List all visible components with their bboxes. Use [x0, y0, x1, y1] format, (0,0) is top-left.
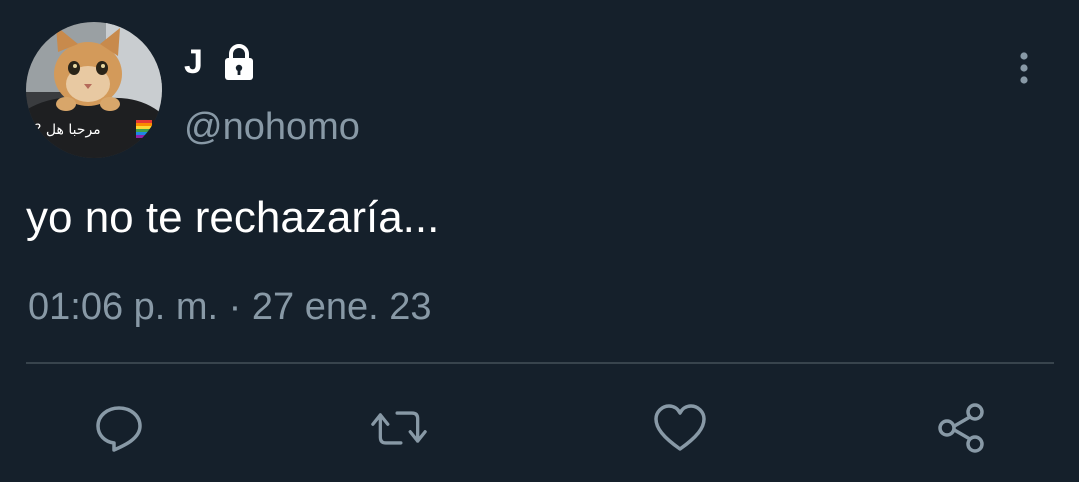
lock-icon: [224, 44, 253, 80]
divider: [26, 362, 1054, 364]
reply-icon: [96, 406, 142, 452]
user-handle[interactable]: @nohomo: [184, 104, 360, 150]
retweet-button[interactable]: [371, 400, 427, 456]
avatar[interactable]: مرحبا هل ?: [26, 22, 162, 158]
reply-button[interactable]: [91, 400, 147, 456]
avatar-caption: مرحبا هل ?: [34, 122, 101, 138]
tweet-text: yo no te rechazaría...: [26, 193, 440, 242]
display-name[interactable]: J: [184, 40, 203, 84]
tweet-timestamp[interactable]: 01:06 p. m. · 27 ene. 23: [28, 284, 432, 330]
more-options-icon[interactable]: [1012, 48, 1036, 88]
retweet-icon: [371, 411, 427, 445]
share-button[interactable]: [934, 400, 990, 456]
tweet-detail: مرحبا هل ? J @nohomo yo no te rechazaría…: [0, 0, 1079, 482]
like-button[interactable]: [652, 400, 708, 456]
share-icon: [938, 403, 984, 453]
author-name-row: J: [184, 40, 259, 84]
heart-icon: [654, 404, 706, 451]
